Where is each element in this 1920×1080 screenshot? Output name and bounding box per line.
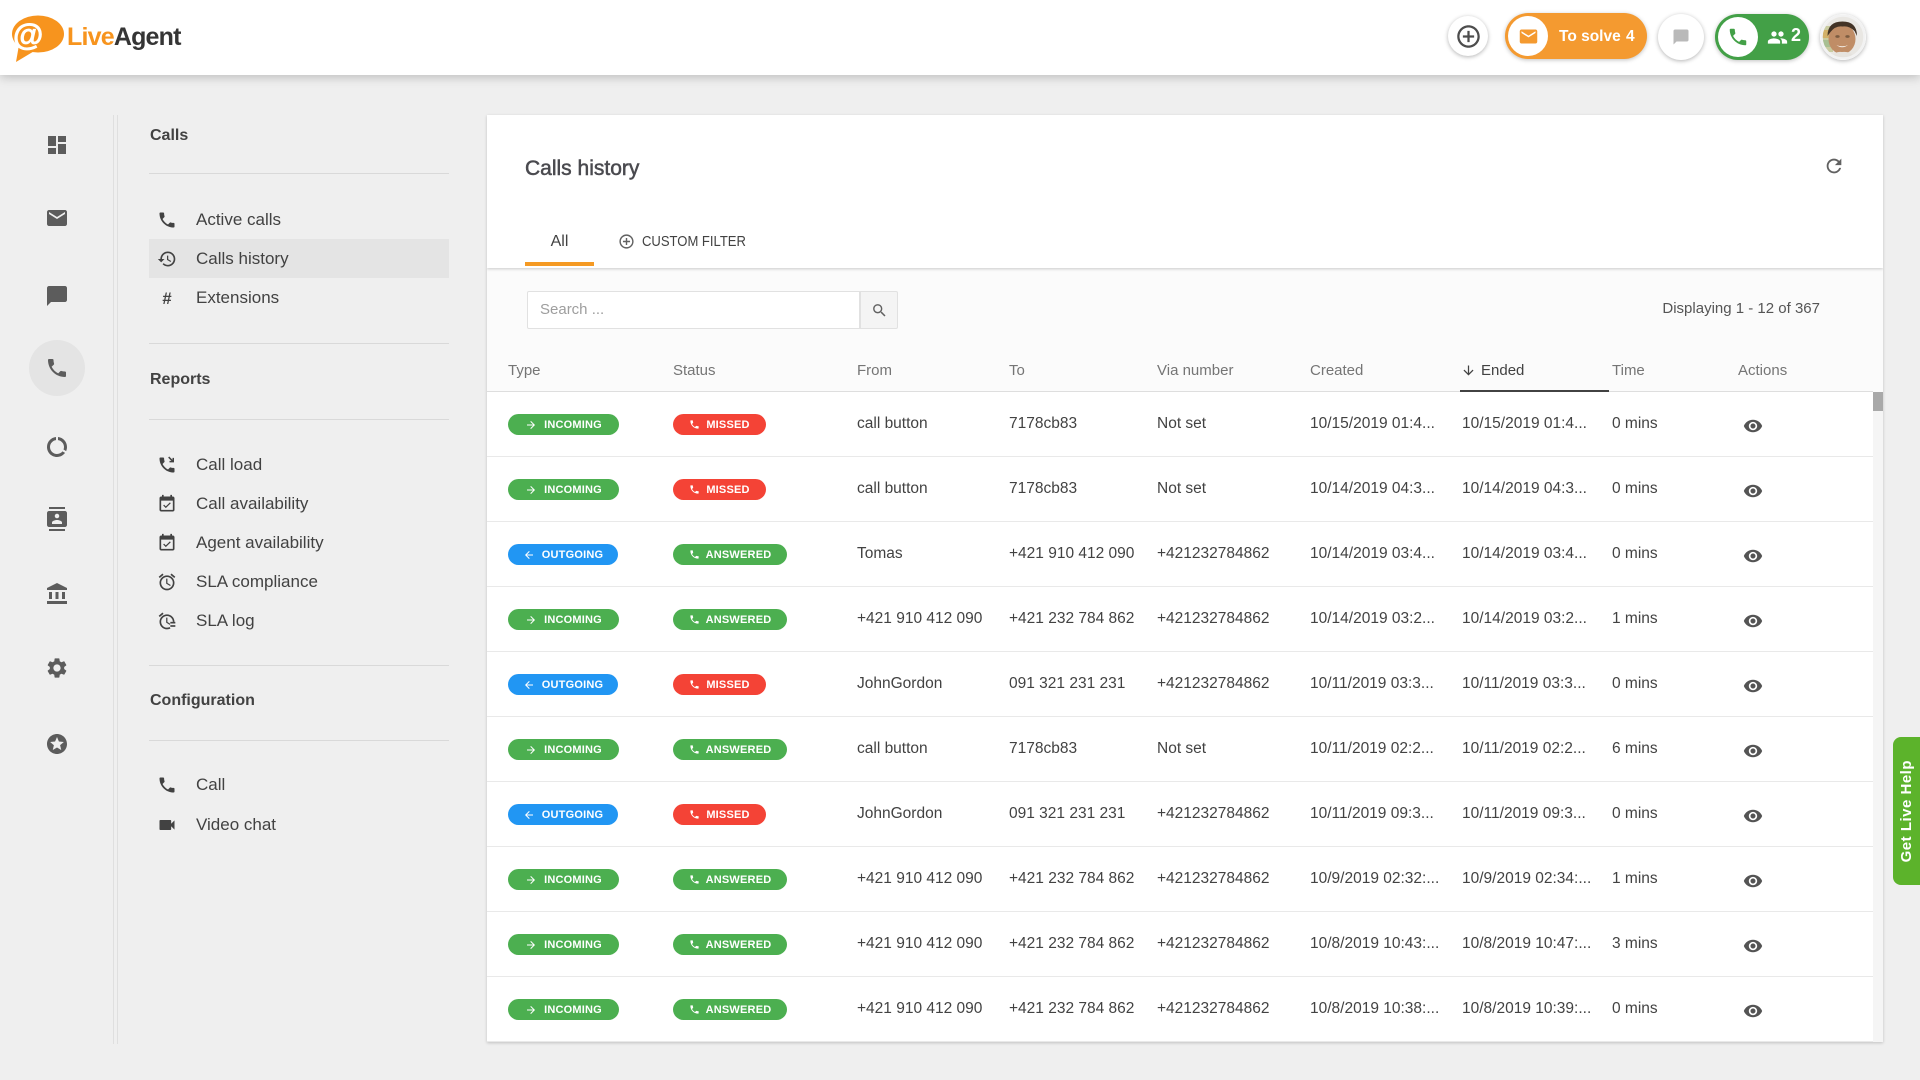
svg-text:@: @ [13,17,43,52]
svg-text:#: # [162,288,171,307]
